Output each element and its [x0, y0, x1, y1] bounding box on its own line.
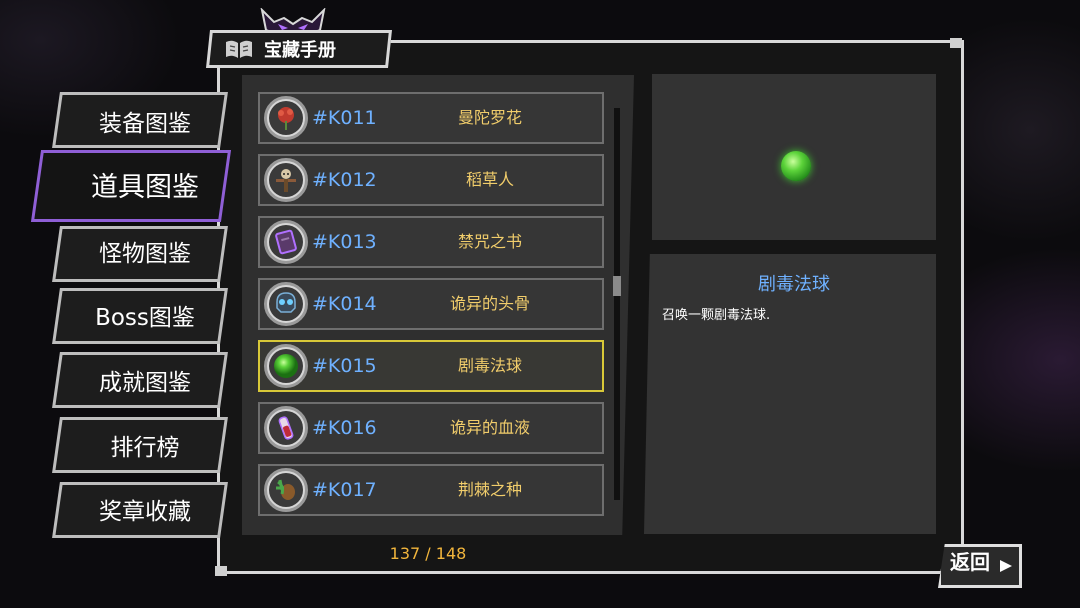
tab-leaderboard-label: 排行榜: [110, 435, 180, 461]
thorn-seed-icon: [264, 468, 308, 512]
item-code: #K013: [312, 231, 377, 253]
mandrake-flower-icon: [264, 96, 308, 140]
list-item[interactable]: #K013 禁咒之书: [258, 216, 604, 268]
weird-skull-icon: [264, 282, 308, 326]
list-item-selected[interactable]: #K015 剧毒法球: [258, 340, 604, 392]
item-name: 禁咒之书: [457, 232, 522, 251]
item-code: #K015: [312, 355, 377, 377]
item-name: 稻草人: [465, 170, 514, 189]
book-icon: [226, 40, 252, 58]
poison-orb-icon: [264, 344, 308, 388]
tab-equipment-label: 装备图鉴: [99, 111, 191, 137]
list-scrollbar-thumb[interactable]: [613, 276, 621, 296]
tab-medals-label: 奖章收藏: [99, 499, 191, 525]
list-item[interactable]: #K014 诡异的头骨: [258, 278, 604, 330]
item-count: 137 / 148: [389, 544, 467, 563]
item-name: 剧毒法球: [457, 356, 522, 375]
tab-items-label: 道具图鉴: [91, 172, 199, 203]
item-description-panel: [644, 254, 936, 534]
list-item[interactable]: #K017 荆棘之种: [258, 464, 604, 516]
item-name: 曼陀罗花: [457, 108, 522, 127]
title-bar: 宝藏手册: [218, 32, 394, 66]
item-code: #K016: [312, 417, 377, 439]
item-code: #K017: [312, 479, 377, 501]
page-title: 宝藏手册: [264, 40, 336, 61]
list-item[interactable]: #K012 稻草人: [258, 154, 604, 206]
tab-achievements-label: 成就图鉴: [99, 370, 191, 396]
item-code: #K012: [312, 169, 377, 191]
list-scrollbar[interactable]: [614, 108, 620, 500]
item-name: 诡异的血液: [449, 418, 530, 437]
item-code: #K014: [312, 293, 377, 315]
frame-corner-tr: [950, 38, 962, 48]
forbidden-book-icon: [264, 220, 308, 264]
scarecrow-icon: [264, 158, 308, 202]
poison-orb-preview-icon: [781, 151, 811, 181]
detail-description: 召唤一颗剧毒法球.: [662, 308, 771, 323]
tab-monsters-label: 怪物图鉴: [99, 241, 191, 267]
return-arrow-icon: [1000, 560, 1012, 572]
item-name: 诡异的头骨: [449, 294, 530, 313]
list-item[interactable]: #K016 诡异的血液: [258, 402, 604, 454]
tab-boss-label: Boss图鉴: [95, 305, 195, 331]
weird-blood-icon: [264, 406, 308, 450]
list-item[interactable]: #K011 曼陀罗花: [258, 92, 604, 144]
item-name: 荆棘之种: [457, 480, 522, 499]
back-button-label: 返回: [950, 550, 990, 574]
item-code: #K011: [312, 107, 377, 129]
frame-corner-bl: [215, 566, 227, 576]
detail-title: 剧毒法球: [758, 274, 830, 295]
